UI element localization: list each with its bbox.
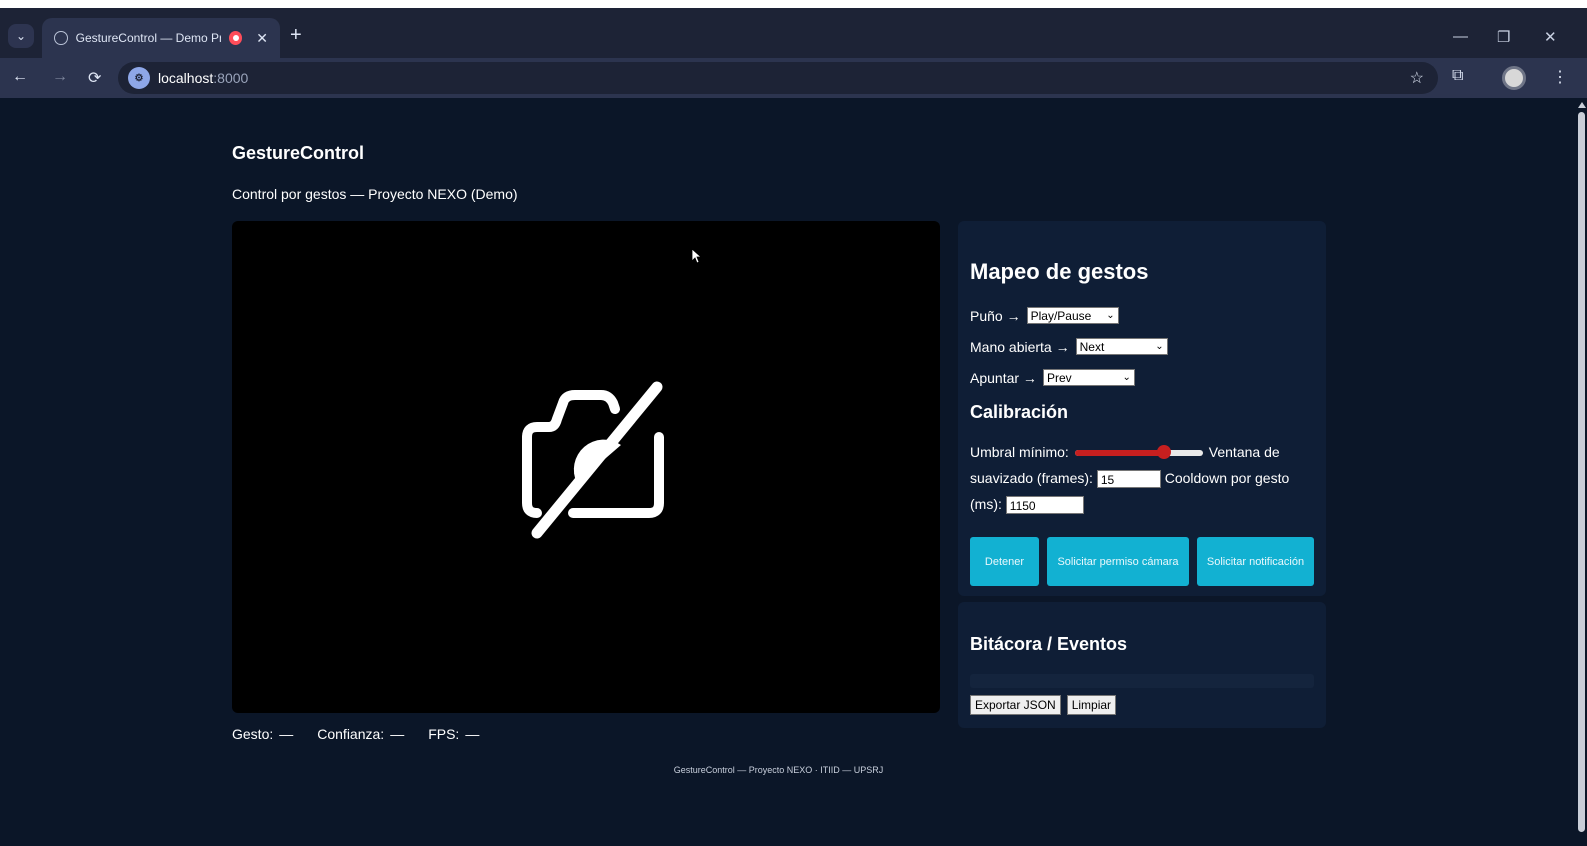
globe-icon [54,31,68,45]
confidence-label: Confianza: [317,726,385,742]
mapping-row-fist: Puño → Play/Pause ⌄ [970,305,1314,326]
threshold-slider[interactable] [1074,445,1203,460]
point-action-select[interactable]: Prev ⌄ [1042,369,1135,386]
smoothing-input[interactable]: 15 [1096,470,1161,489]
mapping-label: Apuntar → [970,369,1037,386]
profile-icon[interactable] [1502,66,1526,90]
calibration-title: Calibración [970,402,1069,422]
log-buttons: Exportar JSON Limpiar [970,695,1117,715]
control-buttons: Detener Solicitar permiso cámara Solicit… [970,537,1314,586]
mapping-row-open-hand: Mano abierta → Next ⌄ [970,336,1314,357]
recording-icon [228,31,243,45]
gesture-label: Gesto: [232,726,274,742]
fps-value: — [465,726,480,742]
calibration-controls: Umbral mínimo: Ventana de suavizado (fram… [970,439,1314,517]
mapping-label: Puño → [970,307,1021,324]
chevron-down-icon: ⌄ [1122,372,1131,383]
forward-icon[interactable]: → [52,68,68,86]
log-title: Bitácora / Eventos [970,634,1128,654]
notification-permission-button[interactable]: Solicitar notificación [1197,537,1314,586]
tab-title: GestureControl — Demo Pr [75,31,221,45]
camera-video [232,221,940,713]
tab-list-icon[interactable]: ⌄ [8,24,34,48]
fist-action-select[interactable]: Play/Pause ⌄ [1026,307,1119,324]
extensions-icon[interactable]: ⧉ [1452,67,1463,85]
page-footer: GestureControl — Proyecto NEXO · ITIID —… [673,765,884,775]
scrollbar-thumb[interactable] [1578,112,1585,832]
fps-label: FPS: [428,726,460,742]
page-subtitle: Control por gestos — Proyecto NEXO (Demo… [232,186,518,202]
url-field[interactable]: ⚙ localhost:8000 ☆ [118,62,1438,94]
threshold-label: Umbral mínimo: [970,444,1069,460]
confidence-value: — [390,726,405,742]
bookmark-star-icon[interactable]: ☆ [1410,68,1424,88]
window-close-icon[interactable]: ✕ [1544,28,1557,46]
tab-close-icon[interactable]: ✕ [256,30,268,47]
log-panel: Bitácora / Eventos Exportar JSON Limpiar [958,602,1326,728]
gesture-value: — [279,726,294,742]
camera-permission-button[interactable]: Solicitar permiso cámara [1047,537,1189,586]
restore-icon[interactable]: ❐ [1497,28,1510,46]
mouse-cursor-icon [691,248,703,264]
url-port: :8000 [213,70,249,86]
back-icon[interactable]: ← [12,68,28,86]
scroll-up-icon[interactable] [1578,102,1586,108]
chevron-down-icon: ⌄ [1155,341,1164,352]
open-hand-action-select[interactable]: Next ⌄ [1075,338,1168,355]
menu-icon[interactable]: ⋮ [1552,67,1568,87]
page-title: GestureControl [232,143,365,163]
cooldown-input[interactable]: 1150 [1005,496,1084,515]
address-bar: ← → ⟳ ⚙ localhost:8000 ☆ ⧉ ⋮ [0,58,1587,98]
camera-off-icon [522,381,664,539]
clear-log-button[interactable]: Limpiar [1066,695,1117,715]
stop-button[interactable]: Detener [970,537,1039,586]
export-json-button[interactable]: Exportar JSON [970,695,1061,715]
reload-icon[interactable]: ⟳ [88,68,101,88]
slider-handle[interactable] [1157,445,1172,460]
chevron-down-icon: ⌄ [1106,310,1115,321]
event-log [970,674,1314,688]
browser-tab[interactable]: GestureControl — Demo Pr ✕ [42,18,280,58]
gesture-stats: Gesto: — Confianza: — FPS: — [232,726,479,742]
mapping-label: Mano abierta → [970,338,1070,355]
settings-panel: Mapeo de gestos Puño → Play/Pause ⌄ Mano … [958,221,1326,596]
mapping-title: Mapeo de gestos [970,259,1149,284]
site-info-icon[interactable]: ⚙ [128,67,150,89]
page-scrollbar[interactable] [1576,100,1587,846]
minimize-icon[interactable]: — [1453,28,1468,45]
window-top-edge [0,0,1587,8]
url-host: localhost [158,70,214,86]
new-tab-button[interactable]: + [290,25,302,45]
tab-bar: ⌄ GestureControl — Demo Pr ✕ + — ❐ ✕ [0,8,1587,58]
mapping-row-point: Apuntar → Prev ⌄ [970,367,1314,388]
